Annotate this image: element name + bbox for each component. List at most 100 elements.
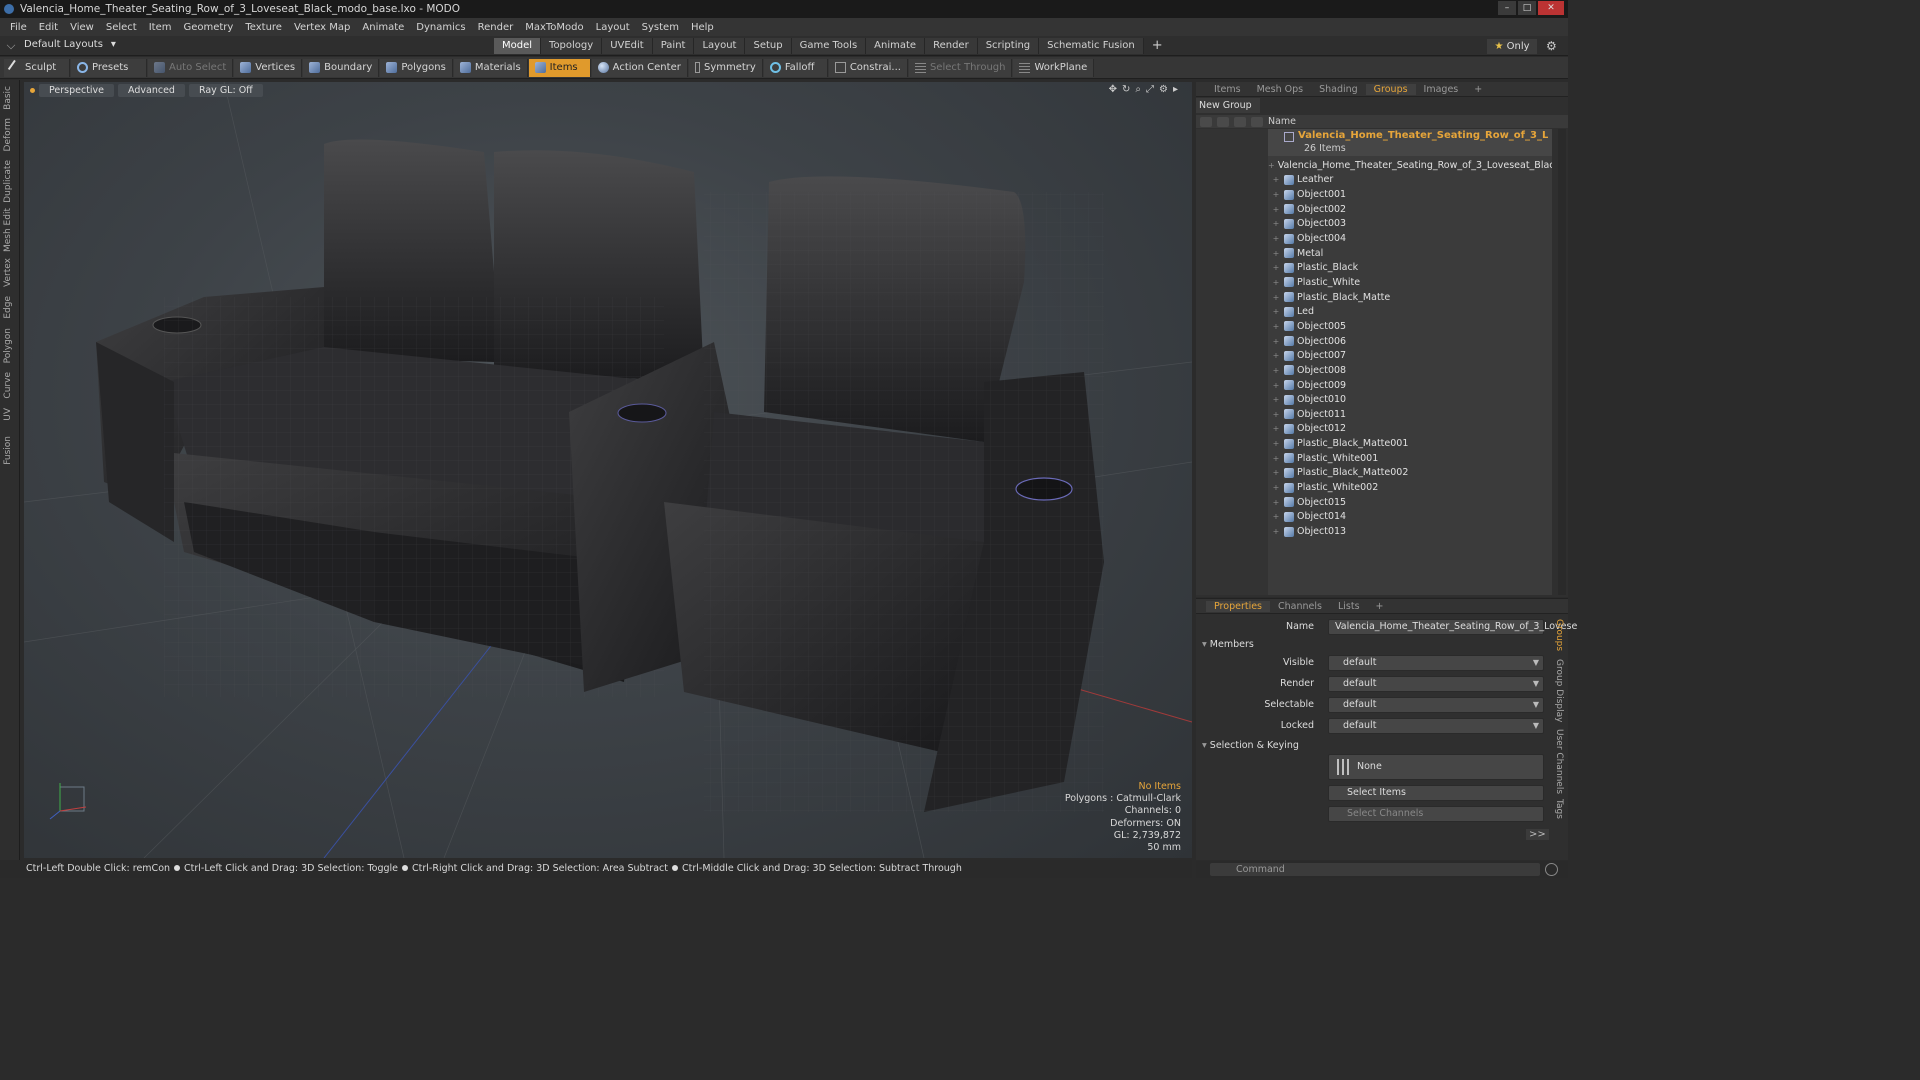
menu-help[interactable]: Help <box>685 22 720 33</box>
tab-vertex[interactable]: Vertex <box>3 258 13 287</box>
name-column-header[interactable]: Name <box>1268 116 1296 127</box>
expand-icon[interactable]: + <box>1268 410 1284 419</box>
menu-geometry[interactable]: Geometry <box>177 22 239 33</box>
more-button[interactable]: >> <box>1526 829 1549 840</box>
group-member-row[interactable]: + Metal <box>1268 246 1552 261</box>
expand-icon[interactable]: + <box>1268 161 1275 170</box>
menu-texture[interactable]: Texture <box>239 22 288 33</box>
rotate-view-icon[interactable]: ↻ <box>1122 84 1130 95</box>
3d-viewport[interactable]: Perspective Advanced Ray GL: Off ✥ ↻ ⌕ ⤢… <box>24 82 1192 858</box>
group-member-row[interactable]: + Plastic_Black_Matte002 <box>1268 466 1552 481</box>
tab-layout[interactable]: Layout <box>694 38 746 54</box>
expand-icon[interactable]: + <box>1268 175 1284 184</box>
expand-icon[interactable]: + <box>1268 249 1284 258</box>
tab-deform[interactable]: Deform <box>3 118 13 151</box>
expand-icon[interactable]: + <box>1268 395 1284 404</box>
materials-button[interactable]: Materials <box>453 58 528 77</box>
polygons-button[interactable]: Polygons <box>380 58 453 77</box>
select-channels-button[interactable]: Select Channels <box>1328 806 1544 822</box>
render-dropdown[interactable]: default ▼ <box>1328 676 1544 692</box>
tab-lists[interactable]: Lists <box>1330 601 1368 612</box>
expand-icon[interactable]: + <box>1268 278 1284 287</box>
expand-icon[interactable]: + <box>1268 351 1284 360</box>
select-col-icon[interactable] <box>1251 116 1263 127</box>
group-member-row[interactable]: + Object004 <box>1268 231 1552 246</box>
items-button[interactable]: Items <box>528 58 591 77</box>
group-member-row[interactable]: + Plastic_Black_Matte <box>1268 290 1552 305</box>
command-input[interactable]: Command <box>1210 863 1540 876</box>
menu-maxtomodo[interactable]: MaxToModo <box>519 22 589 33</box>
side-tab-groups[interactable]: Groups <box>1554 619 1564 651</box>
group-member-row[interactable]: + Plastic_White001 <box>1268 451 1552 466</box>
zoom-view-icon[interactable]: ⌕ <box>1135 84 1141 95</box>
group-member-row[interactable]: + Object011 <box>1268 407 1552 422</box>
lock-col-icon[interactable] <box>1234 116 1246 127</box>
tab-schematic-fusion[interactable]: Schematic Fusion <box>1039 38 1144 54</box>
group-member-row[interactable]: + Plastic_Black <box>1268 261 1552 276</box>
tab-edge[interactable]: Edge <box>3 296 13 319</box>
selectable-dropdown[interactable]: default ▼ <box>1328 697 1544 713</box>
tab-mesh-edit[interactable]: Mesh Edit <box>3 208 13 252</box>
tab-groups[interactable]: Groups <box>1365 83 1416 95</box>
group-member-row[interactable]: + Object010 <box>1268 392 1552 407</box>
group-member-row[interactable]: + Leather <box>1268 173 1552 188</box>
menu-item[interactable]: Item <box>143 22 178 33</box>
expand-icon[interactable]: + <box>1268 205 1284 214</box>
menu-system[interactable]: System <box>636 22 685 33</box>
menu-file[interactable]: File <box>4 22 33 33</box>
group-member-row[interactable]: + Object008 <box>1268 363 1552 378</box>
command-history-icon[interactable] <box>1545 863 1558 876</box>
group-member-row[interactable]: + Plastic_Black_Matte001 <box>1268 436 1552 451</box>
falloff-button[interactable]: Falloff <box>763 58 828 77</box>
visibility-col-icon[interactable] <box>1200 116 1212 127</box>
menu-layout[interactable]: Layout <box>590 22 636 33</box>
expand-icon[interactable]: + <box>1268 322 1284 331</box>
viewport-gear-icon[interactable]: ⚙ <box>1159 84 1168 95</box>
tab-fusion[interactable]: Fusion <box>3 436 13 465</box>
tab-animate[interactable]: Animate <box>866 38 926 54</box>
locked-dropdown[interactable]: default ▼ <box>1328 718 1544 734</box>
only-button[interactable]: ★ Only <box>1487 39 1537 54</box>
layouts-dropdown[interactable]: Default Layouts ▾ <box>6 39 116 50</box>
render-col-icon[interactable] <box>1217 116 1229 127</box>
side-tab-user-channels[interactable]: User Channels <box>1554 729 1564 794</box>
tab-topology[interactable]: Topology <box>541 38 603 54</box>
view-mode-button[interactable]: Perspective <box>39 83 115 97</box>
tab-shading[interactable]: Shading <box>1311 84 1366 95</box>
expand-icon[interactable]: + <box>1268 483 1284 492</box>
group-name-field[interactable]: Valencia_Home_Theater_Seating_Row_of_3_L… <box>1328 619 1577 635</box>
selection-keying-section[interactable]: Selection & Keying <box>1202 740 1299 751</box>
add-props-tab-icon[interactable]: + <box>1368 601 1392 612</box>
new-group-button[interactable]: New Group <box>1196 98 1260 113</box>
group-member-row[interactable]: + Object006 <box>1268 334 1552 349</box>
group-member-row[interactable]: + Led <box>1268 305 1552 320</box>
raygl-button[interactable]: Ray GL: Off <box>188 83 263 97</box>
group-member-row[interactable]: + Object001 <box>1268 187 1552 202</box>
shading-mode-button[interactable]: Advanced <box>118 83 185 97</box>
tab-polygon[interactable]: Polygon <box>3 328 13 363</box>
maximize-view-icon[interactable]: ⤢ <box>1146 84 1154 95</box>
group-member-row[interactable]: + Plastic_White002 <box>1268 480 1552 495</box>
expand-icon[interactable]: + <box>1268 468 1284 477</box>
tab-game-tools[interactable]: Game Tools <box>791 38 867 54</box>
group-member-row[interactable]: + Object002 <box>1268 202 1552 217</box>
tab-duplicate[interactable]: Duplicate <box>3 160 13 203</box>
tab-render[interactable]: Render <box>925 38 978 54</box>
menu-select[interactable]: Select <box>100 22 143 33</box>
tab-uvedit[interactable]: UVEdit <box>602 38 653 54</box>
sculpt-button[interactable]: Sculpt <box>4 58 70 77</box>
expand-icon[interactable]: + <box>1268 424 1284 433</box>
tab-uv[interactable]: UV <box>3 408 13 421</box>
symmetry-button[interactable]: Symmetry <box>688 58 763 77</box>
group-member-row[interactable]: + Object005 <box>1268 319 1552 334</box>
group-member-row[interactable]: + Object015 <box>1268 495 1552 510</box>
gear-icon[interactable]: ⚙ <box>1546 39 1560 53</box>
tab-mesh-ops[interactable]: Mesh Ops <box>1249 84 1312 95</box>
expand-icon[interactable]: + <box>1268 366 1284 375</box>
expand-icon[interactable]: + <box>1268 439 1284 448</box>
expand-icon[interactable]: + <box>1268 454 1284 463</box>
expand-icon[interactable]: + <box>1268 381 1284 390</box>
group-member-row[interactable]: + Object012 <box>1268 422 1552 437</box>
select-through-button[interactable]: Select Through <box>908 58 1013 77</box>
group-member-row[interactable]: + Object007 <box>1268 348 1552 363</box>
